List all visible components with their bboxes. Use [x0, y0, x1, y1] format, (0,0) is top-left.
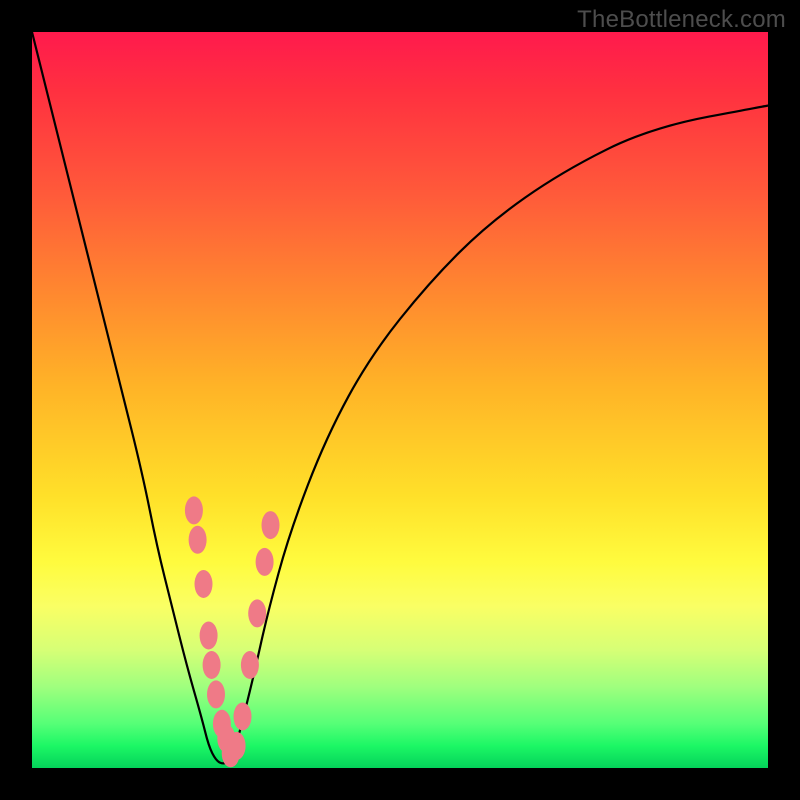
- marker-dot: [228, 732, 246, 760]
- marker-dot: [234, 703, 252, 731]
- marker-dot: [262, 511, 280, 539]
- marker-dot: [248, 599, 266, 627]
- marker-dot: [195, 570, 213, 598]
- marker-dot: [207, 680, 225, 708]
- chart-frame: TheBottleneck.com: [0, 0, 800, 800]
- curve-svg: [32, 32, 768, 768]
- marker-dot: [185, 496, 203, 524]
- marker-group: [185, 496, 280, 767]
- marker-dot: [189, 526, 207, 554]
- watermark-text: TheBottleneck.com: [577, 6, 786, 34]
- marker-dot: [203, 651, 221, 679]
- marker-dot: [241, 651, 259, 679]
- marker-dot: [200, 622, 218, 650]
- marker-dot: [256, 548, 274, 576]
- plot-area: [32, 32, 768, 768]
- bottleneck-curve: [32, 32, 768, 763]
